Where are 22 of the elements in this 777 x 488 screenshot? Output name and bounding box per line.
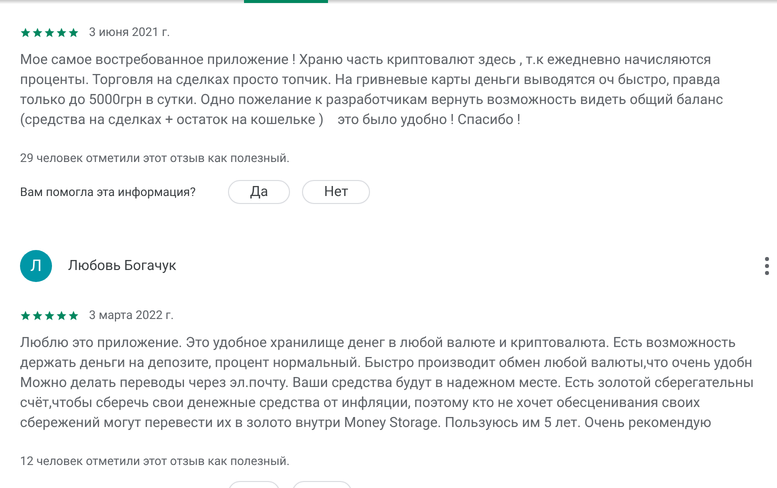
star-icon bbox=[20, 26, 31, 38]
star-icon bbox=[68, 310, 79, 320]
star-icon bbox=[56, 26, 67, 38]
helpful-count: 29 человек отметили этот отзыв как полезный. bbox=[20, 150, 291, 167]
star-icon bbox=[68, 26, 79, 38]
helpful-question: Вам помогла эта информация? bbox=[20, 184, 197, 201]
star-icon bbox=[44, 310, 55, 320]
star-icon bbox=[32, 310, 43, 320]
helpful-count: 12 человек отметили этот отзыв как полезный. bbox=[20, 453, 291, 470]
star-icon bbox=[56, 310, 67, 320]
star-icon bbox=[44, 26, 55, 38]
author-name: Любовь Богачук bbox=[68, 256, 176, 276]
review-text: Люблю это приложение. Это удобное хранилище денег в любой валюте и криптовалюта. Есть возможность держать деньги на депозите, процент нормальный. Быстро производит обмен любой валюты,что очень удобн Можно делать переводы через эл.почту. Ваши средства будут в надежном месте. Есть золотой сберегательны счёт,чтобы сберечь свои денежные средства от инфляции, поэтому кто не хочет обесценивания своих сбережений могут перевести их в золото внутри Money Storage. Пользуюсь им 5 лет. Очень рекомендую bbox=[20, 334, 755, 433]
review-date: 3 марта 2022 г. bbox=[89, 307, 174, 324]
more-icon[interactable] bbox=[765, 257, 769, 275]
star-icon bbox=[32, 26, 43, 38]
review-text: Мое самое востребованное приложение ! Храню часть криптовалют здесь , т.к ежедневно начисляются проценты. Торговля на сделках просто топчик. На гривневые карты деньги выводятся оч быстро, правда только до 5000грн в сутки. Одно пожелание к разработчикам вернуть возможность видеть общий баланс (средства на сделках + остаток на кошельке ) это было удобно ! Спасибо ! bbox=[20, 51, 724, 130]
vote-button[interactable]: Нет bbox=[302, 180, 370, 204]
vote-button[interactable]: Да bbox=[228, 180, 290, 204]
avatar: Л bbox=[20, 250, 52, 282]
review-date: 3 июня 2021 г. bbox=[89, 24, 170, 41]
star-icon bbox=[20, 310, 31, 320]
